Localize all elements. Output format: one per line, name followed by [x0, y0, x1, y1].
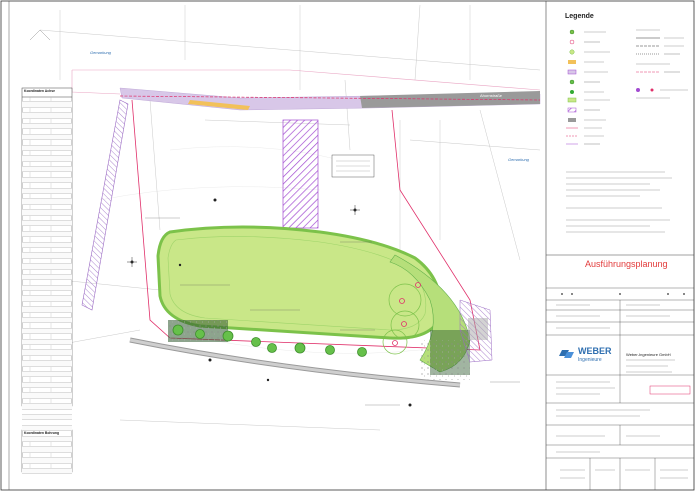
company-name: Weber-Ingenieure GmbH	[626, 352, 671, 357]
company-logo-text: WEBER	[578, 346, 612, 356]
coordinate-table	[22, 97, 72, 475]
parcel-label-right: Gemarkung	[508, 157, 529, 162]
site-plan-drawing	[0, 0, 695, 491]
sheet-title: Ausführungsplanung	[585, 259, 668, 269]
coord-table-title-2: Koordinaten Bohrung	[24, 431, 60, 435]
plan-sheet: Legende Ahornstraße Ausführungsplanung W…	[0, 0, 695, 491]
legend-title: Legende	[565, 13, 594, 20]
coordinate-table-rows	[22, 97, 72, 475]
table-row	[22, 468, 72, 475]
road-label: Ahornstraße	[480, 93, 503, 98]
company-logo-sub: Ingenieure	[578, 357, 602, 363]
parcel-label-left: Gemarkung	[90, 50, 111, 55]
coord-table-title: Koordinaten Achse	[24, 89, 55, 93]
